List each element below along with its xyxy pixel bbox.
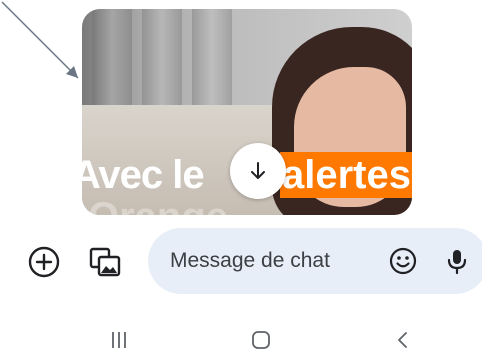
scroll-down-button[interactable] — [230, 143, 286, 199]
voice-button[interactable] — [440, 244, 474, 278]
home-button[interactable] — [246, 328, 276, 352]
caption-orange-highlight: alertes — [280, 152, 412, 198]
message-placeholder: Message de chat — [170, 249, 330, 272]
caption-ghost-text: Orange — [88, 197, 228, 215]
smiley-icon — [389, 247, 417, 275]
message-input[interactable]: Message de chat — [148, 228, 482, 294]
gallery-image-icon — [89, 247, 121, 277]
back-button[interactable] — [388, 328, 418, 352]
back-icon — [398, 332, 407, 348]
emoji-button[interactable] — [386, 244, 420, 278]
recent-apps-icon — [112, 332, 126, 348]
add-attachment-button[interactable] — [26, 244, 62, 280]
gallery-button[interactable] — [86, 242, 126, 282]
compose-bar: Message de chat — [0, 226, 482, 296]
caption-left-text: Avec le — [82, 153, 205, 197]
system-nav-bar — [0, 318, 482, 353]
arrow-down-icon — [251, 162, 265, 179]
plus-circle-icon — [28, 246, 60, 278]
microphone-icon — [447, 250, 467, 275]
recent-apps-button[interactable] — [104, 328, 134, 352]
caption-right-text: alertes — [282, 153, 411, 197]
home-icon — [252, 331, 270, 349]
